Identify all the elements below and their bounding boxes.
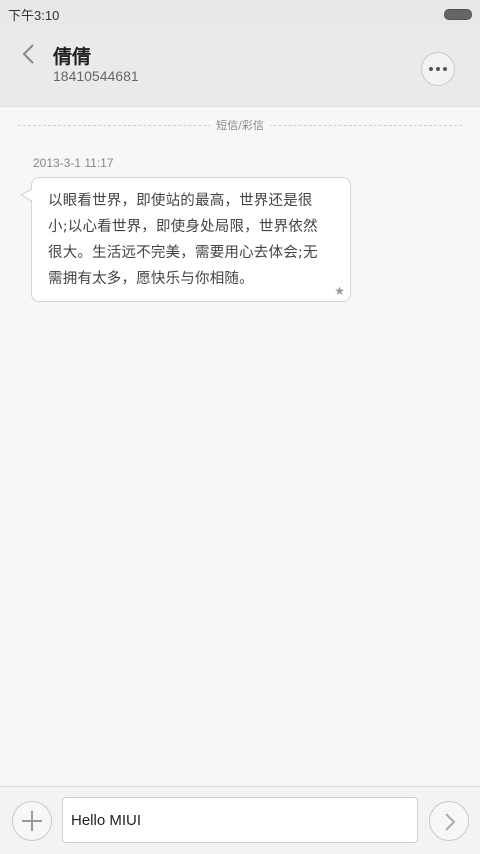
message-type-divider: 短信/彩信: [18, 116, 462, 136]
send-button[interactable]: [429, 801, 469, 841]
message-timestamp: 2013-3-1 11:17: [33, 156, 114, 170]
more-dots-icon: [429, 67, 433, 71]
status-time: 下午3:10: [8, 8, 60, 23]
message-text: 以眼看世界，即使站的最高，世界还是很小;以心看世界，即使身处局限，世界依然很大。…: [48, 193, 318, 287]
message-input[interactable]: [62, 797, 418, 843]
conversation-header: 倩倩 18410544681: [0, 26, 480, 107]
more-dot: [443, 67, 447, 71]
message-composer: [0, 786, 480, 854]
contact-name: 倩倩: [53, 46, 92, 68]
battery-icon: [444, 9, 472, 20]
bubble-tail-inner: [22, 189, 33, 201]
star-icon[interactable]: ★: [334, 284, 345, 298]
back-button[interactable]: [14, 40, 44, 70]
message-bubble[interactable]: 以眼看世界，即使站的最高，世界还是很小;以心看世界，即使身处局限，世界依然很大。…: [31, 177, 351, 302]
more-options-button[interactable]: [421, 52, 455, 86]
chevron-left-icon: [22, 44, 34, 64]
attach-plus-button[interactable]: [12, 801, 52, 841]
chevron-right-icon: [445, 813, 456, 831]
status-bar: 下午3:10: [0, 0, 480, 26]
divider-label: 短信/彩信: [210, 117, 270, 133]
more-dot: [436, 67, 440, 71]
contact-phone-number: 18410544681: [53, 68, 139, 84]
